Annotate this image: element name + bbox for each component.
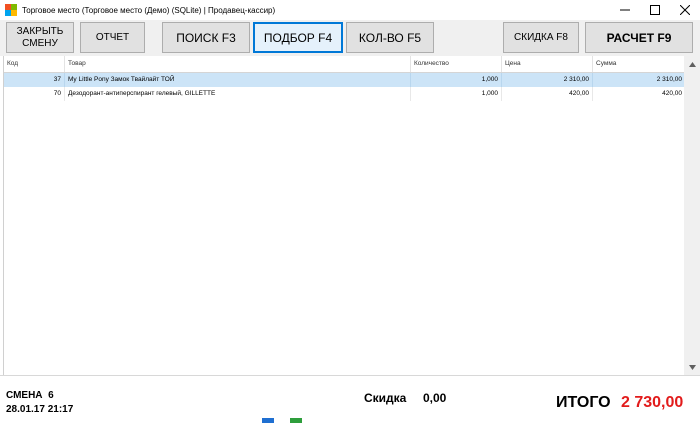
cell-sum: 2 310,00 [656,76,682,83]
app-icon [5,4,17,16]
cell-product: My Little Pony Замок Твайлайт ТОЙ [65,73,411,87]
selection-label: ПОДБОР F4 [263,30,333,45]
minimize-icon [620,9,630,11]
checkout-button[interactable]: РАСЧЕТ F9 [585,22,693,53]
cell-product: Дезодорант-антиперспирант гелевый, GILLE… [65,87,411,101]
shift-label: СМЕНА 6 [6,390,54,401]
column-header-product[interactable]: Товар [65,56,411,72]
report-button[interactable]: ОТЧЕТ [80,22,145,53]
title-bar: Торговое место (Торговое место (Демо) (S… [0,0,700,20]
discount-total-value: 0,00 [423,391,447,405]
scroll-down-button[interactable] [684,359,700,375]
vertical-scrollbar[interactable] [684,56,700,375]
discount-button-label: СКИДКА F8 [514,32,568,43]
cell-code: 37 [4,73,65,87]
close-shift-button[interactable]: ЗАКРЫТЬ СМЕНУ [6,22,74,53]
quantity-label: КОЛ-ВО F5 [358,30,422,45]
column-header-code[interactable]: Код [4,56,65,72]
arrow-down-icon [688,364,696,370]
arrow-up-icon [688,61,696,67]
discount-total-label: Скидка [364,391,407,405]
close-icon [680,5,690,15]
cell-price: 420,00 [502,87,593,101]
cell-price: 2 310,00 [502,73,593,87]
window-title: Торговое место (Торговое место (Демо) (S… [22,5,276,15]
column-header-sum[interactable]: Сумма [593,56,685,72]
cell-quantity: 1,000 [411,73,502,87]
table-row[interactable]: 37 My Little Pony Замок Твайлайт ТОЙ 1,0… [4,73,685,87]
column-header-price[interactable]: Цена [502,56,593,72]
close-shift-label-line2: СМЕНУ [22,37,58,49]
cell-quantity: 1,000 [411,87,502,101]
discount-button[interactable]: СКИДКА F8 [503,22,579,53]
search-button[interactable]: ПОИСК F3 [162,22,250,53]
maximize-icon [650,5,660,15]
table-row[interactable]: 70 Дезодорант-антиперспирант гелевый, GI… [4,87,685,101]
cell-sum: 420,00 [662,90,682,97]
column-header-quantity[interactable]: Количество [411,56,502,72]
scroll-up-button[interactable] [684,56,700,72]
report-label: ОТЧЕТ [95,32,130,43]
grand-total-value: 2 730,00 [621,394,684,411]
grand-total-label: ИТОГО [556,394,611,411]
table-header: Код Товар Количество Цена Сумма [4,56,685,73]
minimize-button[interactable] [610,0,640,20]
shift-datetime: 28.01.17 21:17 [6,404,74,415]
close-shift-label-line1: ЗАКРЫТЬ [16,25,64,37]
close-button[interactable] [670,0,700,20]
quantity-button[interactable]: КОЛ-ВО F5 [346,22,434,53]
checkout-label: РАСЧЕТ F9 [606,30,672,45]
cell-code: 70 [4,87,65,101]
search-label: ПОИСК F3 [176,30,236,45]
receipt-table[interactable]: Код Товар Количество Цена Сумма 37 My Li… [3,56,685,375]
toolbar: ЗАКРЫТЬ СМЕНУ ОТЧЕТ ПОИСК F3 ПОДБОР F4 К… [0,20,700,56]
selection-button[interactable]: ПОДБОР F4 [253,22,343,53]
taskbar-strip [0,418,700,423]
status-footer: СМЕНА 6 28.01.17 21:17 Скидка 0,00 ИТОГО… [0,375,700,424]
maximize-button[interactable] [640,0,670,20]
shift-number: 6 [48,390,54,401]
